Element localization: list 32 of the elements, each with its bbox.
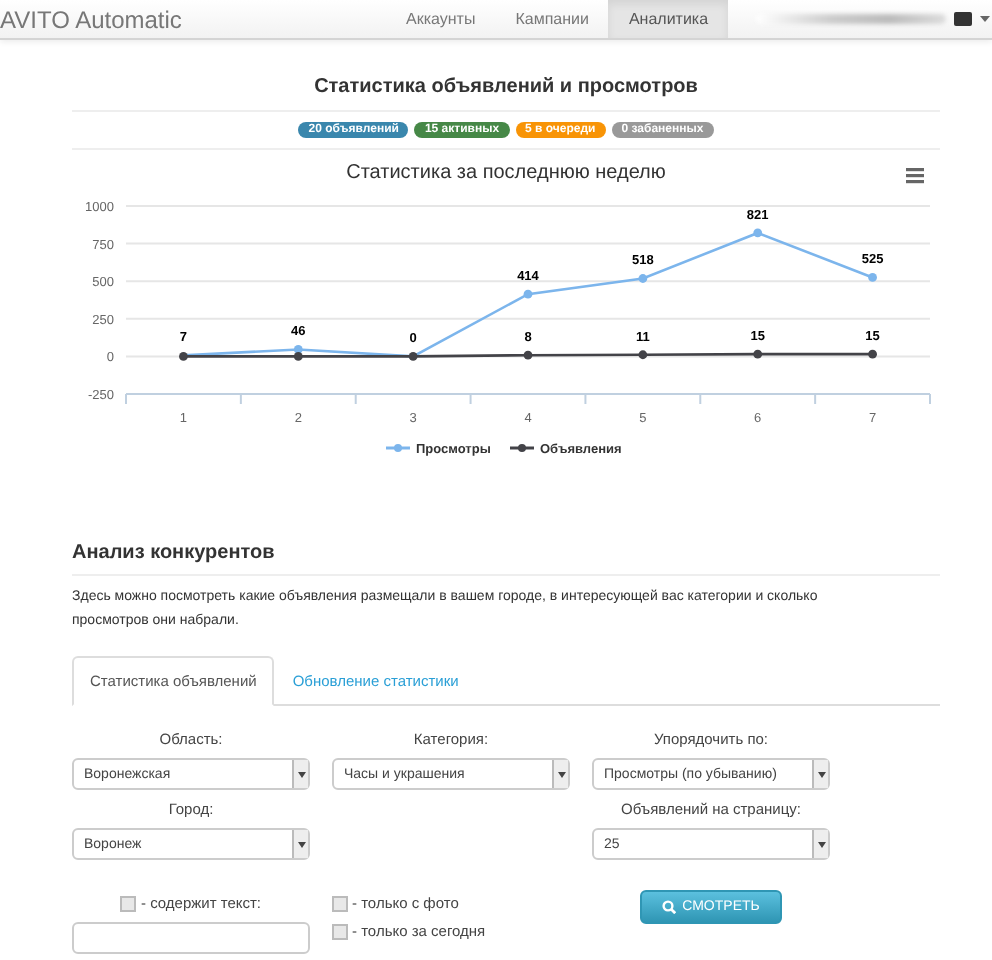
data-point — [179, 352, 188, 361]
caret-icon[interactable] — [297, 841, 305, 847]
caret-icon[interactable] — [557, 771, 565, 777]
data-point — [638, 274, 648, 283]
caret-icon[interactable] — [817, 841, 825, 847]
data-point — [638, 350, 648, 360]
checkbox[interactable] — [332, 895, 348, 911]
text-input-field[interactable] — [72, 922, 310, 954]
legend-marker-icon — [510, 444, 534, 452]
nav-tab[interactable]: Аккаунты — [386, 0, 496, 38]
brand-title[interactable]: AVITO Automatic — [0, 5, 386, 33]
data-point — [868, 273, 877, 282]
data-point — [523, 350, 533, 360]
section-title: Анализ конкурентов — [72, 542, 940, 576]
caret-icon[interactable] — [980, 16, 991, 22]
avatar-icon — [954, 12, 973, 26]
data-point — [408, 352, 418, 361]
data-point — [868, 349, 877, 359]
nav-tab[interactable]: Кампании — [495, 0, 609, 38]
caret-icon[interactable] — [297, 771, 305, 777]
checkbox[interactable] — [332, 923, 348, 939]
menu-icon — [906, 168, 924, 184]
data-point — [753, 349, 763, 359]
legend-marker-icon — [386, 444, 410, 452]
search-icon — [662, 900, 677, 914]
chart-title: Статистика за последнюю неделю — [346, 162, 666, 184]
nav-tab[interactable]: Аналитика — [608, 0, 729, 38]
data-point — [523, 289, 533, 299]
section-title: Статистика объявлений и просмотров — [72, 40, 940, 112]
caret-icon[interactable] — [817, 771, 825, 777]
checkbox[interactable] — [120, 895, 137, 911]
data-point — [753, 228, 763, 238]
